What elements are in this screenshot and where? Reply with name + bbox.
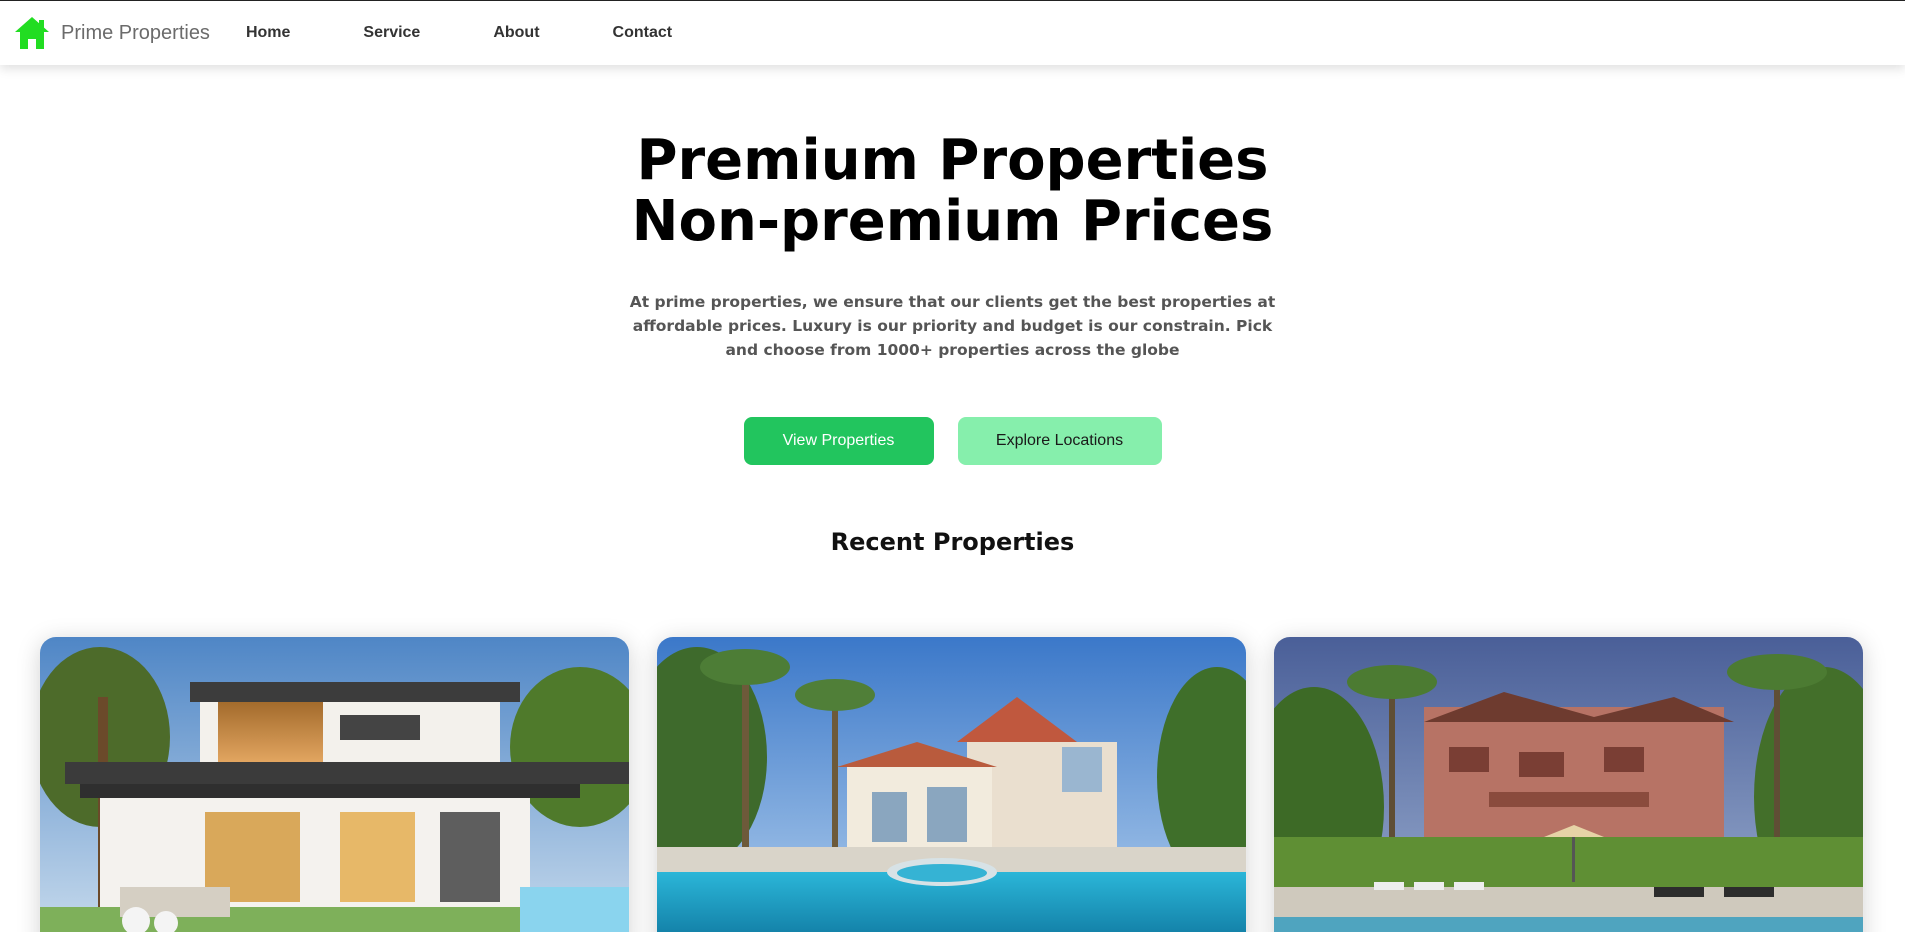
modern-house-photo — [40, 637, 629, 932]
brand-name: Prime Properties — [61, 21, 210, 44]
hero-section: Premium Properties Non-premium Prices At… — [0, 130, 1905, 465]
explore-locations-button[interactable]: Explore Locations — [957, 417, 1162, 465]
nav-home[interactable]: Home — [246, 24, 290, 42]
hero-title-line-1: Premium Properties — [636, 128, 1269, 193]
top-navbar: Prime Properties Home Service About Cont… — [0, 0, 1905, 65]
brand-logo-link[interactable]: Prime Properties — [13, 15, 210, 51]
property-card[interactable] — [657, 637, 1246, 932]
hero-title: Premium Properties Non-premium Prices — [0, 130, 1905, 252]
property-card[interactable] — [40, 637, 629, 932]
resort-photo — [1274, 637, 1863, 932]
carousel-dot[interactable] — [154, 911, 178, 932]
nav-links: Home Service About Contact — [246, 24, 745, 42]
nav-contact[interactable]: Contact — [613, 24, 673, 42]
house-icon — [15, 17, 49, 49]
hero-title-line-2: Non-premium Prices — [631, 189, 1274, 254]
carousel-dots — [122, 907, 178, 932]
carousel-dot[interactable] — [122, 907, 150, 932]
property-card[interactable] — [1274, 637, 1863, 932]
hero-description: At prime properties, we ensure that our … — [629, 293, 1276, 359]
hero-buttons: View Properties Explore Locations — [0, 417, 1905, 465]
nav-service[interactable]: Service — [363, 24, 420, 42]
property-cards — [40, 637, 1863, 932]
nav-about[interactable]: About — [493, 24, 539, 42]
recent-properties-title: Recent Properties — [830, 528, 1075, 556]
pool-villa-photo — [657, 637, 1246, 932]
view-properties-button[interactable]: View Properties — [743, 417, 934, 465]
